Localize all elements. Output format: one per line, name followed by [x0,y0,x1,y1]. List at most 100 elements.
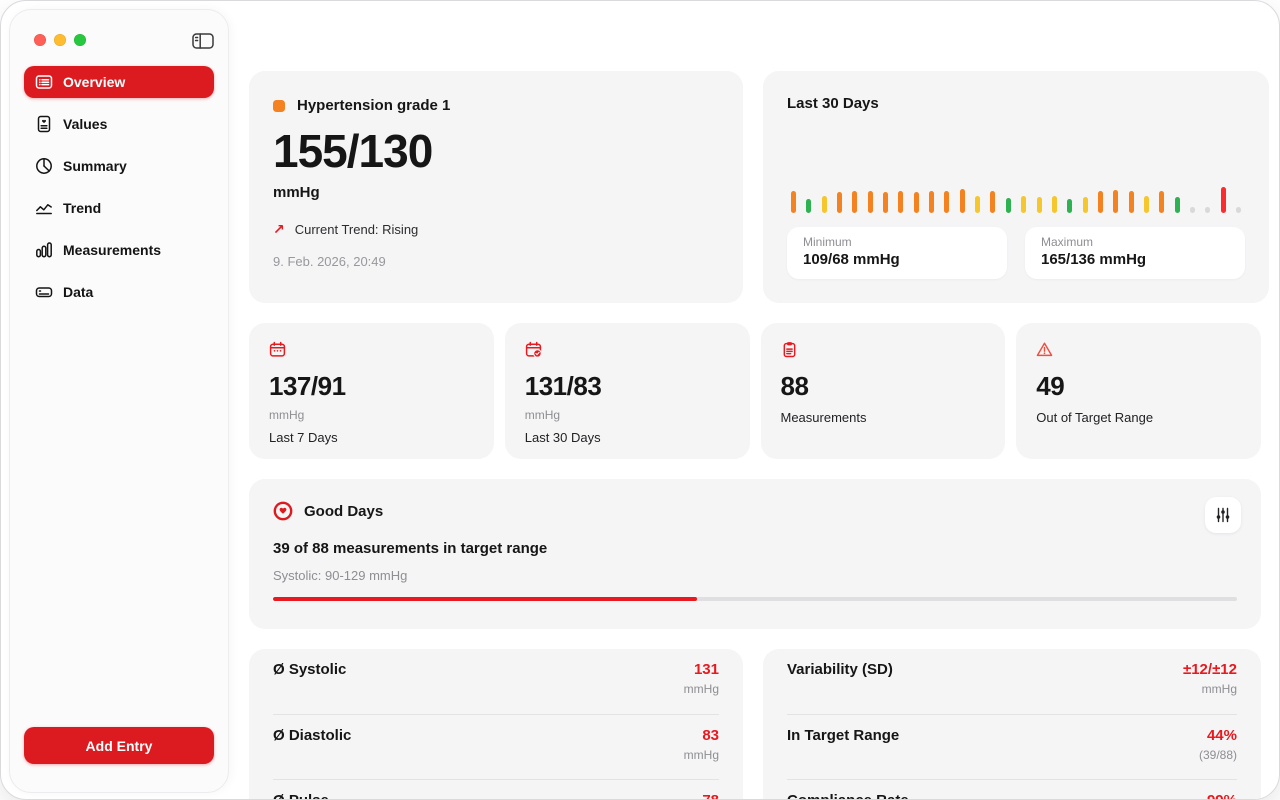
summary-row-value: 131 [693,661,719,678]
close-window-button[interactable] [34,34,46,46]
day-bar-elevated [1082,197,1088,213]
summary-row-item: Ø Pulse 78 [273,779,719,799]
summary-row-values: ±12/±12 mmHg [1183,661,1237,696]
sidebar-item-data[interactable]: Data [24,276,214,308]
last-30-days-card: Last 30 Days Minimum 109/68 mmHg Maximum… [763,71,1269,303]
day-bar-high [867,191,873,213]
minimum-value: 109/68 mmHg [803,251,900,268]
summary-row-item: Ø Systolic 131 mmHg [273,649,719,714]
sidebar-item-overview[interactable]: Overview [24,66,214,98]
day-bar-high [929,191,935,213]
summary-row-value: 83 [702,727,719,744]
daily-bars-chart [787,120,1245,213]
classification-label: Hypertension grade 1 [297,97,451,114]
summary-row-label: Ø Systolic [273,661,347,678]
top-row: Hypertension grade 1 155/130 mmHg ↗ Curr… [249,71,1269,303]
sidebar-item-label: Measurements [63,242,162,258]
reading-timestamp: 9. Feb. 2026, 20:49 [273,254,386,269]
target-range-label: Systolic: 90-129 mmHg [273,568,408,583]
day-bar-high [1159,191,1165,213]
filter-button[interactable] [1205,497,1241,533]
data-drive-icon [35,283,53,301]
day-bar-elevated [1051,196,1057,213]
summary-row: Ø Systolic 131 mmHg Ø Diastolic 83 mmHg Ø Puls… [249,649,1261,799]
day-bar-high [898,191,904,213]
sliders-icon [1214,506,1232,524]
maximum-label: Maximum [1041,235,1094,249]
day-bar-high [990,191,996,213]
good-days-row: Good Days 39 of 88 measurements in targe… [249,479,1261,629]
summary-row-item: Variability (SD) ±12/±12 mmHg [787,649,1237,714]
classification-header: Hypertension grade 1 [273,97,719,114]
stat-label: Last 30 Days [524,430,601,445]
day-bar-high [852,191,858,213]
day-bar-high [944,191,950,213]
good-days-summary: 39 of 88 measurements in target range [273,540,548,557]
sidebar-item-summary[interactable]: Summary [24,150,214,182]
overview-list-icon [35,73,53,91]
summary-row-label: Compliance Rate [787,792,909,799]
app-window: Overview Values Summary Trend Measurements Da… [0,0,1280,800]
day-bar-none [1189,207,1195,213]
summary-row-value: 44% [1206,727,1237,744]
blood-pressure-value: 155/130 [273,125,433,177]
summary-row-values: 131 mmHg [684,661,719,696]
main-content: Hypertension grade 1 155/130 mmHg ↗ Curr… [249,71,1269,799]
add-entry-button[interactable]: Add Entry [24,727,214,764]
stat-label: Out of Target Range [1036,410,1154,425]
trend-line-icon [35,199,53,217]
sidebar-item-trend[interactable]: Trend [24,192,214,224]
stat-card-out-of-target-range: 49 Out of Target Range [1016,323,1261,459]
current-reading-card: Hypertension grade 1 155/130 mmHg ↗ Curr… [249,71,743,303]
summary-row-value: ±12/±12 [1182,661,1237,678]
sidebar-item-label: Values [63,116,108,132]
blood-pressure-unit: mmHg [273,184,320,201]
stat-value: 131/83 [524,371,602,401]
summary-row-values: 78 [702,792,719,799]
day-bar-high [883,192,889,213]
summary-row-value: 78 [702,792,719,799]
day-bar-elevated [975,196,981,213]
minmax-row: Minimum 109/68 mmHg Maximum 165/136 mmHg [787,227,1245,279]
day-bar-high [1113,190,1119,213]
zoom-window-button[interactable] [74,34,86,46]
stat-value: 137/91 [269,371,346,401]
averages-card: Ø Systolic 131 mmHg Ø Diastolic 83 mmHg Ø Puls… [249,649,743,799]
summary-pie-icon [35,157,53,175]
progress-track [273,597,1237,601]
minimize-window-button[interactable] [54,34,66,46]
last-30-days-title: Last 30 Days [787,95,879,112]
day-bar-elevated [1021,196,1027,213]
day-bar-high [837,192,843,213]
summary-row-values: 83 mmHg [684,727,719,762]
good-days-title: Good Days [304,502,384,520]
measurements-bars-icon [35,241,53,259]
trend-label: Current Trend: Rising [294,222,419,237]
heart-circle-icon [273,501,293,521]
summary-row-label: In Target Range [787,727,900,744]
grade-indicator-dot [273,99,285,112]
sidebar-item-values[interactable]: Values [24,108,214,140]
summary-row-values: 99% [1207,792,1237,799]
day-bar-normal [1005,198,1011,213]
summary-row-value: 99% [1207,792,1237,799]
traffic-lights [34,34,86,46]
day-bar-elevated [1143,196,1149,213]
sidebar: Overview Values Summary Trend Measurements Da… [9,9,229,793]
good-days-card: Good Days 39 of 88 measurements in targe… [249,479,1261,629]
summary-row-sub: (39/88) [1198,748,1237,762]
summary-row-label: Ø Pulse [273,792,329,799]
stat-card-measurements: 88 Measurements [760,323,1006,459]
stat-value: 88 [780,371,809,401]
sidebar-item-measurements[interactable]: Measurements [24,234,214,266]
day-bar-elevated [821,196,827,213]
calendar-check-icon [525,341,542,358]
sidebar-item-label: Trend [63,200,102,216]
stat-unit: mmHg [524,408,561,422]
stat-cards-row: 137/91 mmHg Last 7 Days 131/83 mmHg Last 30 D… [249,323,1261,459]
sidebar-toggle-icon[interactable] [192,32,214,50]
summary-row-sub: mmHg [683,682,719,696]
summary-row-label: Ø Diastolic [273,727,352,744]
sidebar-item-label: Summary [63,158,127,174]
day-bar-high [913,192,919,213]
